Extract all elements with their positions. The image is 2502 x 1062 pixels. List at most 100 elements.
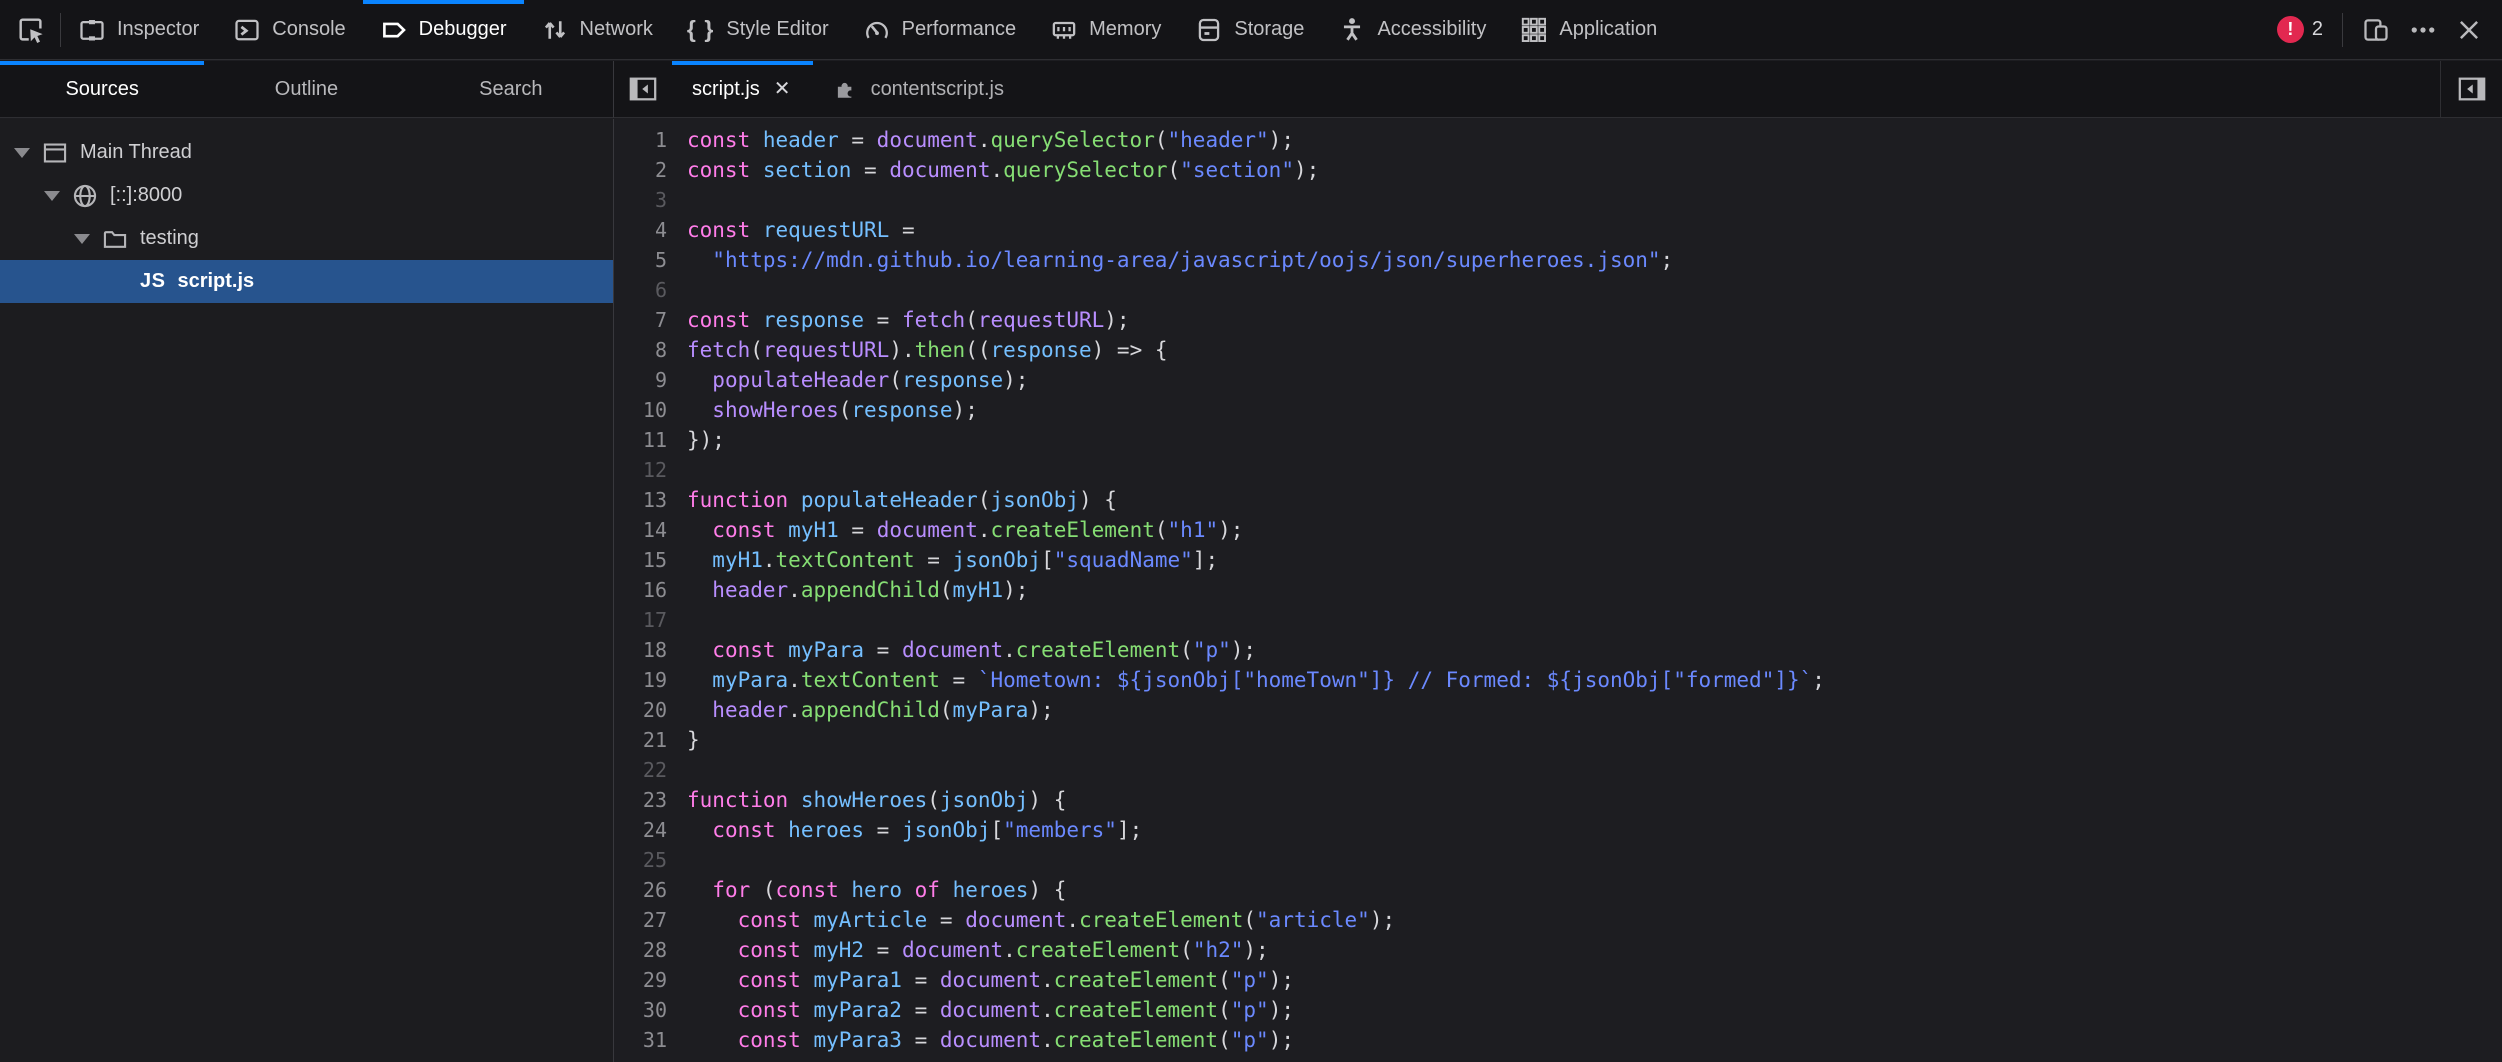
line-number[interactable]: 23: [615, 785, 667, 815]
pick-element-icon[interactable]: [16, 15, 46, 45]
line-number[interactable]: 5: [615, 245, 667, 275]
line-number[interactable]: 11: [615, 425, 667, 455]
code-text[interactable]: fetch(requestURL).then((response) => {: [667, 335, 1168, 365]
panel-tabs: Inspector Console DebuggerNetwork{ }Style …: [61, 0, 1674, 59]
collapse-sources-pane-icon[interactable]: [614, 61, 672, 117]
code-text[interactable]: const myH1 = document.createElement("h1"…: [667, 515, 1243, 545]
tab-memory[interactable]: Memory: [1033, 0, 1178, 59]
line-number[interactable]: 6: [615, 275, 667, 305]
line-number[interactable]: 20: [615, 695, 667, 725]
line-number[interactable]: 15: [615, 545, 667, 575]
close-devtools-icon[interactable]: [2456, 17, 2482, 43]
source-tab-contentscript-js[interactable]: contentscript.js: [813, 61, 1024, 117]
code-text[interactable]: header.appendChild(myPara);: [667, 695, 1054, 725]
code-text[interactable]: populateHeader(response);: [667, 365, 1028, 395]
code-text[interactable]: [667, 605, 687, 635]
line-number[interactable]: 28: [615, 935, 667, 965]
code-line: 19 myPara.textContent = `Hometown: ${jso…: [615, 665, 2502, 695]
tab-inspector[interactable]: Inspector: [61, 0, 216, 59]
code-text[interactable]: "https://mdn.github.io/learning-area/jav…: [667, 245, 1673, 275]
expand-arrow-icon[interactable]: [14, 148, 30, 158]
code-text[interactable]: });: [667, 425, 725, 455]
tab-style-editor[interactable]: { }Style Editor: [670, 0, 846, 59]
line-number[interactable]: 30: [615, 995, 667, 1025]
line-number[interactable]: 13: [615, 485, 667, 515]
line-number[interactable]: 1: [615, 125, 667, 155]
tree-item-script-js[interactable]: JSscript.js: [0, 260, 613, 303]
code-text[interactable]: const section = document.querySelector("…: [667, 155, 1319, 185]
code-text[interactable]: [667, 755, 687, 785]
code-text[interactable]: header.appendChild(myH1);: [667, 575, 1028, 605]
responsive-design-mode-icon[interactable]: [2362, 16, 2390, 44]
more-options-icon[interactable]: [2409, 16, 2437, 44]
line-number[interactable]: 2: [615, 155, 667, 185]
code-text[interactable]: const response = fetch(requestURL);: [667, 305, 1130, 335]
line-number[interactable]: 4: [615, 215, 667, 245]
code-text[interactable]: const myPara1 = document.createElement("…: [667, 965, 1294, 995]
code-text[interactable]: myPara.textContent = `Hometown: ${jsonOb…: [667, 665, 1825, 695]
line-number[interactable]: 27: [615, 905, 667, 935]
code-text[interactable]: [667, 455, 687, 485]
code-line: 28 const myH2 = document.createElement("…: [615, 935, 2502, 965]
code-text[interactable]: [667, 185, 687, 215]
tab-application[interactable]: Application: [1503, 0, 1674, 59]
expand-right-pane-icon[interactable]: [2440, 61, 2502, 117]
code-text[interactable]: for (const hero of heroes) {: [667, 875, 1066, 905]
line-number[interactable]: 24: [615, 815, 667, 845]
tree-item-testing[interactable]: testing: [0, 217, 613, 260]
code-text[interactable]: const requestURL =: [667, 215, 915, 245]
sidebar-tab-sources[interactable]: Sources: [0, 61, 204, 117]
window-icon: [42, 140, 68, 166]
code-text[interactable]: function showHeroes(jsonObj) {: [667, 785, 1066, 815]
sidebar-tab-outline[interactable]: Outline: [204, 61, 408, 117]
code-text[interactable]: const header = document.querySelector("h…: [667, 125, 1294, 155]
code-text[interactable]: function populateHeader(jsonObj) {: [667, 485, 1117, 515]
line-number[interactable]: 26: [615, 875, 667, 905]
code-text[interactable]: showHeroes(response);: [667, 395, 978, 425]
line-number[interactable]: 19: [615, 665, 667, 695]
line-number[interactable]: 22: [615, 755, 667, 785]
code-text[interactable]: myH1.textContent = jsonObj["squadName"];: [667, 545, 1218, 575]
line-number[interactable]: 7: [615, 305, 667, 335]
line-number[interactable]: 16: [615, 575, 667, 605]
tree-item--8000[interactable]: [::]:8000: [0, 174, 613, 217]
tab-accessibility[interactable]: Accessibility: [1321, 0, 1503, 59]
code-text[interactable]: const myPara2 = document.createElement("…: [667, 995, 1294, 1025]
code-text[interactable]: const myPara3 = document.createElement("…: [667, 1025, 1294, 1055]
expand-arrow-icon[interactable]: [44, 191, 60, 201]
line-number[interactable]: 29: [615, 965, 667, 995]
tab-label: Console: [272, 18, 345, 41]
line-number[interactable]: 12: [615, 455, 667, 485]
error-count-badge[interactable]: ! 2: [2277, 16, 2323, 43]
code-text[interactable]: [667, 845, 687, 875]
line-number[interactable]: 8: [615, 335, 667, 365]
tab-storage[interactable]: Storage: [1178, 0, 1321, 59]
close-tab-icon[interactable]: ✕: [772, 77, 793, 101]
line-number[interactable]: 10: [615, 395, 667, 425]
code-editor[interactable]: 1const header = document.querySelector("…: [615, 119, 2502, 1062]
line-number[interactable]: 9: [615, 365, 667, 395]
code-line: 13function populateHeader(jsonObj) {: [615, 485, 2502, 515]
code-text[interactable]: [667, 275, 687, 305]
line-number[interactable]: 14: [615, 515, 667, 545]
line-number[interactable]: 18: [615, 635, 667, 665]
tab-network[interactable]: Network: [524, 0, 670, 59]
code-text[interactable]: const myH2 = document.createElement("h2"…: [667, 935, 1269, 965]
line-number[interactable]: 31: [615, 1025, 667, 1055]
code-text[interactable]: const myArticle = document.createElement…: [667, 905, 1395, 935]
tree-item-label: script.js: [177, 270, 254, 293]
line-number[interactable]: 21: [615, 725, 667, 755]
expand-arrow-icon[interactable]: [74, 234, 90, 244]
tab-debugger[interactable]: Debugger: [363, 0, 524, 59]
tree-item-main-thread[interactable]: Main Thread: [0, 131, 613, 174]
line-number[interactable]: 25: [615, 845, 667, 875]
sidebar-tab-search[interactable]: Search: [409, 61, 613, 117]
source-tab-script-js[interactable]: script.js✕: [672, 61, 813, 117]
tab-performance[interactable]: Performance: [846, 0, 1034, 59]
line-number[interactable]: 3: [615, 185, 667, 215]
code-text[interactable]: const myPara = document.createElement("p…: [667, 635, 1256, 665]
tab-console[interactable]: Console: [216, 0, 362, 59]
code-text[interactable]: }: [667, 725, 700, 755]
line-number[interactable]: 17: [615, 605, 667, 635]
code-text[interactable]: const heroes = jsonObj["members"];: [667, 815, 1142, 845]
